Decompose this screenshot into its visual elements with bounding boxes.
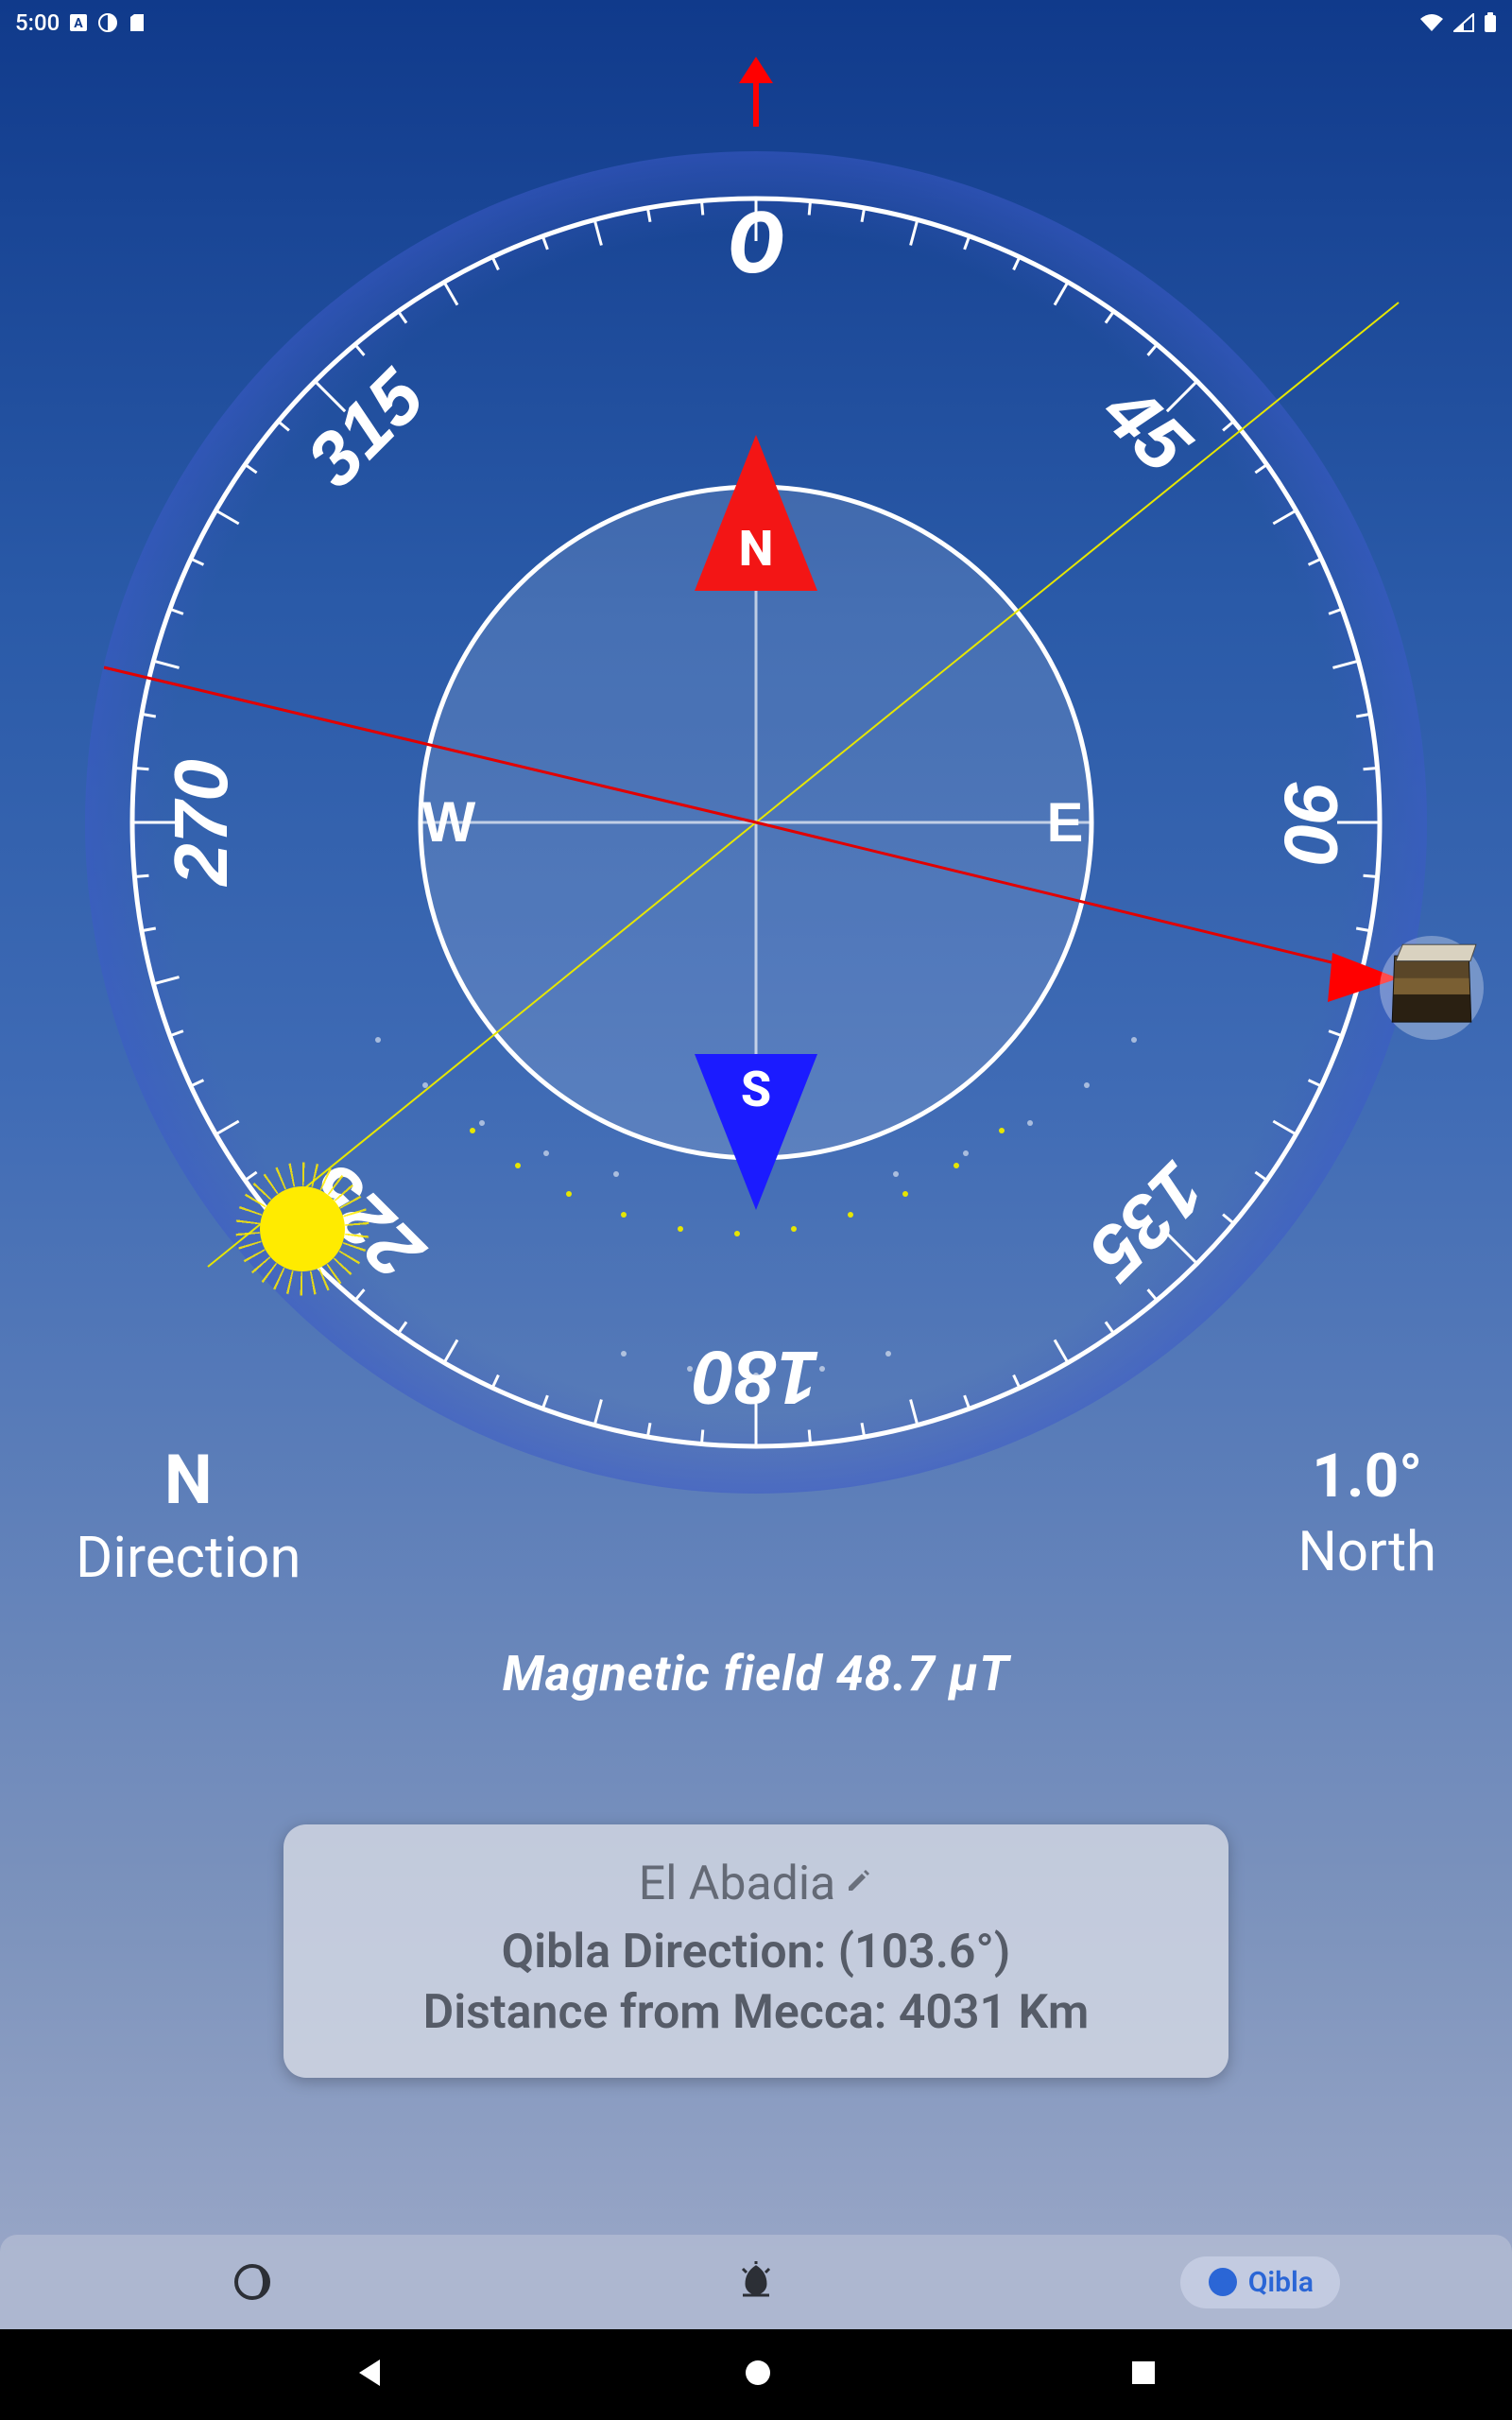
kaaba-icon	[1380, 936, 1484, 1040]
battery-icon	[1484, 12, 1497, 33]
cardinal-direction-label: N Direction	[76, 1446, 301, 1591]
status-sd-icon	[128, 12, 146, 33]
heading-value: 1.0°	[1298, 1446, 1436, 1507]
svg-text:E: E	[1047, 792, 1082, 854]
distance-value: 4031 Km	[899, 1985, 1090, 2040]
location-name: El Abadia	[639, 1857, 835, 1911]
svg-text:90: 90	[1269, 781, 1353, 865]
heading-word: North	[1298, 1520, 1436, 1584]
svg-text:180: 180	[693, 1336, 818, 1420]
sys-back-button[interactable]	[353, 2356, 387, 2394]
sys-recents-button[interactable]	[1128, 2358, 1159, 2392]
sys-home-button[interactable]	[741, 2356, 775, 2394]
svg-text:A: A	[75, 16, 84, 31]
status-bar: 5:00 A	[0, 0, 1512, 45]
status-app-icon: A	[69, 13, 88, 32]
svg-text:W: W	[422, 790, 476, 854]
distance-label: Distance from Mecca:	[423, 1985, 887, 2040]
svg-text:O: O	[728, 194, 784, 293]
tab-moon[interactable]	[0, 2235, 504, 2329]
compass-icon	[1207, 2266, 1239, 2298]
location-info-card[interactable]: El Abadia Qibla Direction: (103.6°) Dist…	[284, 1824, 1228, 2078]
bottom-tab-bar: Qibla	[0, 2235, 1512, 2329]
qibla-direction-label: Qibla Direction:	[502, 1925, 827, 1979]
status-contrast-icon	[97, 12, 118, 33]
svg-text:N: N	[739, 520, 774, 578]
direction-word: Direction	[76, 1524, 301, 1591]
system-nav-bar	[0, 2329, 1512, 2420]
tab-prayer-times[interactable]	[504, 2235, 1007, 2329]
status-time: 5:00	[15, 9, 60, 36]
device-heading-pointer	[737, 57, 775, 132]
tab-qibla[interactable]: Qibla	[1008, 2235, 1512, 2329]
qibla-direction-value: (103.6°)	[838, 1925, 1011, 1979]
tab-qibla-label: Qibla	[1248, 2266, 1314, 2299]
magnetic-field-readout: Magnetic field 48.7 μT	[503, 1645, 1010, 1703]
wifi-icon	[1419, 13, 1444, 32]
app-screen: 5:00 A	[0, 0, 1512, 2420]
svg-text:S: S	[741, 1061, 771, 1118]
svg-text:270: 270	[159, 759, 243, 887]
compass[interactable]: N S W E O 45 90 135 180 225 270 315	[76, 142, 1436, 1503]
sun-icon	[260, 1186, 345, 1271]
edit-location-icon[interactable]	[845, 1870, 873, 1898]
heading-degrees-label: 1.0° North	[1298, 1446, 1436, 1584]
cardinal-letter: N	[76, 1446, 301, 1514]
signal-icon	[1453, 13, 1474, 32]
